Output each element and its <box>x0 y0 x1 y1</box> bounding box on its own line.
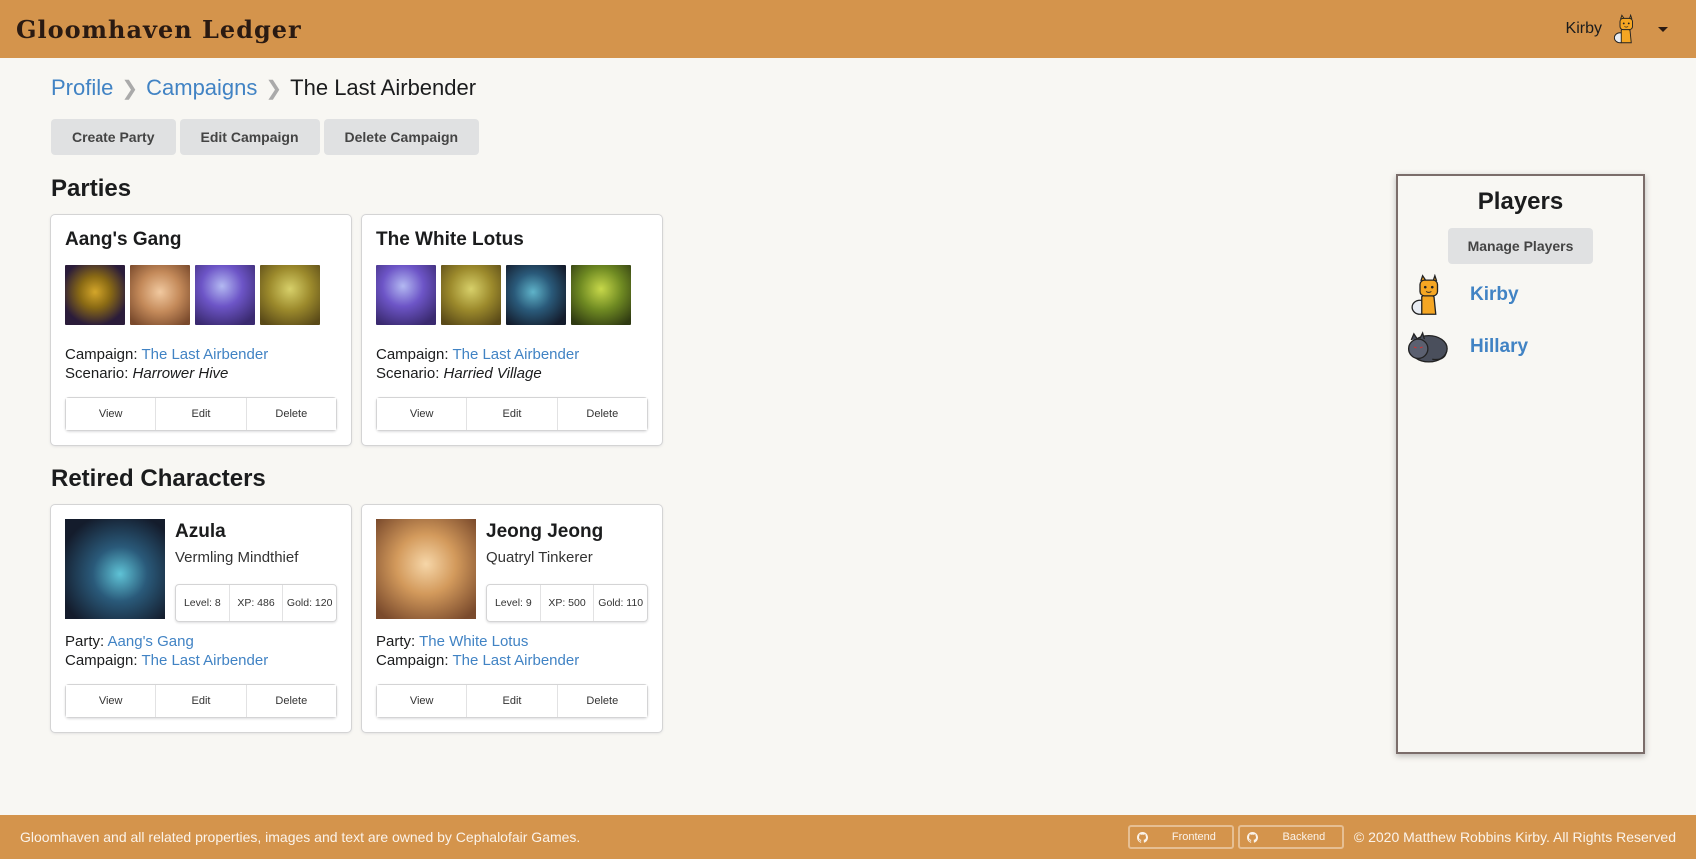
breadcrumb-profile[interactable]: Profile <box>51 75 113 101</box>
campaign-link[interactable]: The Last Airbender <box>452 652 579 669</box>
scenario-name: Harried Village <box>443 365 542 382</box>
view-button[interactable]: View <box>66 398 157 430</box>
backend-github-button[interactable]: Backend <box>1237 825 1344 849</box>
character-stats: Level: 8 XP: 486 Gold: 120 <box>175 584 337 622</box>
xp-stat: XP: 500 <box>541 585 595 621</box>
character-card: Jeong Jeong Quatryl Tinkerer Level: 9 XP… <box>362 505 662 732</box>
breadcrumb-current: The Last Airbender <box>290 75 477 100</box>
delete-campaign-button[interactable]: Delete Campaign <box>323 119 480 155</box>
inox-portrait <box>260 265 320 325</box>
breadcrumb: Profile ❯ Campaigns ❯ The Last Airbender <box>51 75 1651 101</box>
edit-button[interactable]: Edit <box>156 398 247 430</box>
top-navbar: Gloomhaven Ledger Kirby <box>0 0 1696 58</box>
inox-portrait <box>441 265 501 325</box>
party-portraits <box>376 265 648 325</box>
party-card: Aang's Gang Campaign: The Last Airbender… <box>51 215 351 445</box>
breadcrumb-campaigns[interactable]: Campaigns <box>146 75 257 101</box>
party-scenario: Scenario: Harried Village <box>376 365 542 382</box>
user-name: Kirby <box>1565 20 1602 37</box>
party-name: The White Lotus <box>376 229 524 250</box>
brute-portrait <box>65 265 125 325</box>
character-name: Jeong Jeong <box>486 521 604 542</box>
party-actions: View Edit Delete <box>376 397 648 431</box>
delete-button[interactable]: Delete <box>557 398 647 430</box>
campaign-link[interactable]: The Last Airbender <box>141 346 268 363</box>
fox-avatar-icon <box>1406 274 1448 316</box>
footer: Gloomhaven and all related properties, i… <box>0 815 1696 859</box>
create-party-button[interactable]: Create Party <box>51 119 176 155</box>
github-icon <box>1130 832 1156 843</box>
mindthief-portrait <box>65 519 165 619</box>
delete-button[interactable]: Delete <box>246 685 336 717</box>
frontend-github-button[interactable]: Frontend <box>1127 825 1234 849</box>
character-party: Party: Aang's Gang <box>65 633 194 650</box>
player-item: Kirby <box>1398 274 1643 316</box>
campaign-link[interactable]: The Last Airbender <box>141 652 268 669</box>
edit-campaign-button[interactable]: Edit Campaign <box>179 119 320 155</box>
character-card: Azula Vermling Mindthief Level: 8 XP: 48… <box>51 505 351 732</box>
tinkerer-portrait <box>376 519 476 619</box>
player-item: Hillary <box>1398 326 1643 368</box>
app-logo[interactable]: Gloomhaven Ledger <box>16 15 302 44</box>
tinkerer-portrait <box>130 265 190 325</box>
campaign-actions: Create Party Edit Campaign Delete Campai… <box>51 119 1651 155</box>
github-icon <box>1240 832 1266 843</box>
character-campaign: Campaign: The Last Airbender <box>65 652 269 669</box>
players-heading: Players <box>1477 188 1564 215</box>
spellweaver-portrait <box>376 265 436 325</box>
sleeping-cat-avatar-icon <box>1406 326 1448 368</box>
edit-button[interactable]: Edit <box>467 398 558 430</box>
party-link[interactable]: Aang's Gang <box>108 633 194 650</box>
character-class: Vermling Mindthief <box>175 549 299 566</box>
mindthief-portrait <box>506 265 566 325</box>
character-class: Quatryl Tinkerer <box>486 549 593 566</box>
gold-stat: Gold: 120 <box>286 597 333 609</box>
spellweaver-portrait <box>195 265 255 325</box>
fox-avatar-icon <box>1612 14 1638 44</box>
party-campaign: Campaign: The Last Airbender <box>65 346 269 363</box>
player-link[interactable]: Kirby <box>1470 284 1519 306</box>
delete-button[interactable]: Delete <box>557 685 647 717</box>
character-campaign: Campaign: The Last Airbender <box>376 652 580 669</box>
manage-players-button[interactable]: Manage Players <box>1447 228 1594 264</box>
view-button[interactable]: View <box>377 398 468 430</box>
character-actions: View Edit Delete <box>65 684 337 718</box>
character-name: Azula <box>175 521 226 542</box>
edit-button[interactable]: Edit <box>467 685 558 717</box>
chevron-right-icon: ❯ <box>265 77 283 100</box>
level-stat: Level: 9 <box>487 585 541 621</box>
party-campaign: Campaign: The Last Airbender <box>376 346 580 363</box>
chevron-right-icon: ❯ <box>121 77 139 100</box>
player-link[interactable]: Hillary <box>1470 336 1528 358</box>
party-link[interactable]: The White Lotus <box>419 633 528 650</box>
party-actions: View Edit Delete <box>65 397 337 431</box>
user-menu-dropdown[interactable]: Kirby <box>1566 14 1668 44</box>
caret-down-icon <box>1658 26 1668 32</box>
view-button[interactable]: View <box>66 685 157 717</box>
xp-stat: XP: 486 <box>230 585 284 621</box>
character-actions: View Edit Delete <box>376 684 648 718</box>
edit-button[interactable]: Edit <box>156 685 247 717</box>
delete-button[interactable]: Delete <box>246 398 336 430</box>
copyright-icon: © <box>1353 829 1365 845</box>
level-stat: Level: 8 <box>176 585 230 621</box>
character-stats: Level: 9 XP: 500 Gold: 110 <box>486 584 648 622</box>
copyright-text: © 2020 Matthew Robbins Kirby. All Rights… <box>1353 829 1676 845</box>
party-scenario: Scenario: Harrower Hive <box>65 365 229 382</box>
view-button[interactable]: View <box>377 685 468 717</box>
campaign-link[interactable]: The Last Airbender <box>452 346 579 363</box>
copyright-notice: Gloomhaven and all related properties, i… <box>20 829 581 845</box>
party-portraits <box>65 265 337 325</box>
character-party: Party: The White Lotus <box>376 633 529 650</box>
party-card: The White Lotus Campaign: The Last Airbe… <box>362 215 662 445</box>
players-panel: Players Manage Players Kirby Hillary <box>1396 174 1645 754</box>
party-name: Aang's Gang <box>65 229 182 250</box>
scenario-name: Harrower Hive <box>132 365 229 382</box>
gold-stat: Gold: 110 <box>598 597 644 609</box>
scoundrel-portrait <box>571 265 631 325</box>
